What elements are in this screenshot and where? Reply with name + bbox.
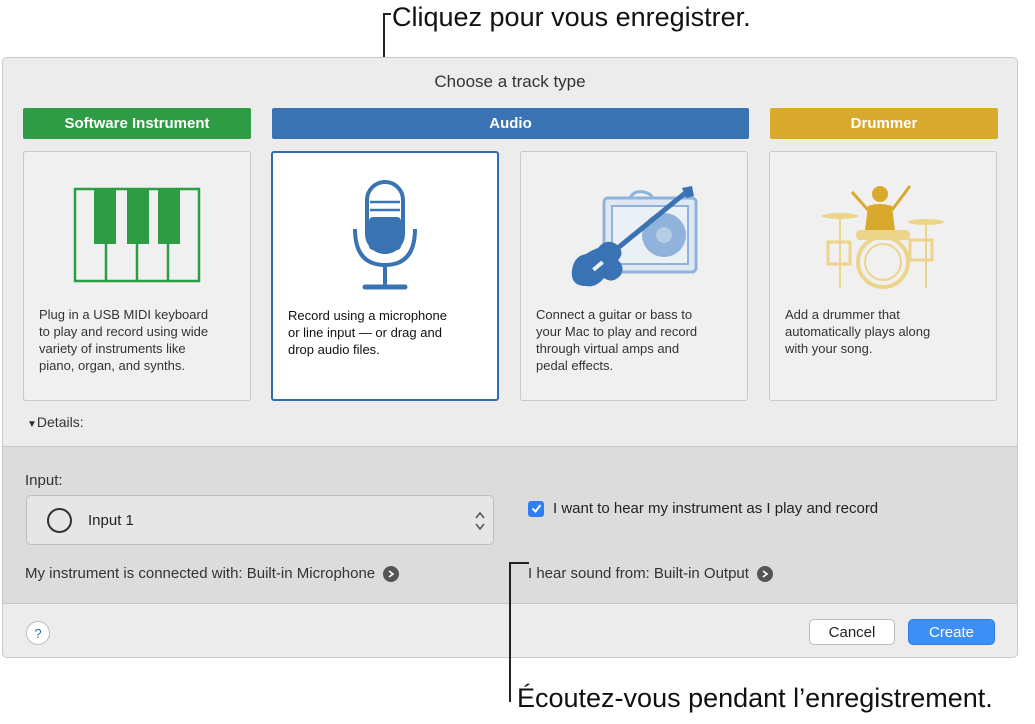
help-button[interactable]: ?: [26, 621, 50, 645]
up-down-chevron-icon: [475, 511, 485, 531]
callout-record: Cliquez pour vous enregistrer.: [392, 2, 751, 32]
create-button[interactable]: Create: [908, 619, 995, 645]
card-guitar-amp[interactable]: Connect a guitar or bass to your Mac to …: [520, 151, 748, 401]
tab-audio[interactable]: Audio: [272, 108, 749, 139]
disclosure-triangle-icon: ▼: [27, 419, 37, 430]
guitar-amp-icon: [571, 186, 698, 287]
cancel-button[interactable]: Cancel: [809, 619, 895, 645]
microphone-icon: [353, 180, 417, 290]
card-software-instrument[interactable]: Plug in a USB MIDI keyboard to play and …: [23, 151, 251, 401]
tab-drummer[interactable]: Drummer: [770, 108, 998, 139]
callout-monitor-tick: [509, 562, 529, 564]
checkmark-icon: [531, 504, 541, 514]
card-description: Add a drummer that automatically plays a…: [785, 307, 931, 356]
tab-software-instrument[interactable]: Software Instrument: [23, 108, 251, 139]
dialog-title: Choose a track type: [434, 72, 586, 91]
card-audio-microphone[interactable]: Record using a microphone or line input …: [271, 151, 499, 401]
connected-with-row: My instrument is connected with: Built-i…: [25, 565, 400, 582]
input-select[interactable]: Input 1: [26, 495, 494, 545]
details-disclosure[interactable]: ▼Details:: [27, 414, 84, 430]
piano-keys-icon: [73, 187, 201, 283]
hear-sound-row: I hear sound from: Built-in Output: [528, 565, 773, 582]
card-drummer[interactable]: Add a drummer that automatically plays a…: [769, 151, 997, 401]
card-description: Plug in a USB MIDI keyboard to play and …: [39, 307, 209, 373]
monitor-row: I want to hear my instrument as I play a…: [528, 500, 878, 517]
drummer-icon: [822, 185, 944, 289]
hear-sound-text: I hear sound from: Built-in Output: [528, 565, 749, 582]
card-description: Record using a microphone or line input …: [288, 308, 447, 357]
callout-record-tick: [383, 13, 391, 15]
hear-sound-arrow-icon[interactable]: [756, 565, 773, 582]
callout-monitor-line: [509, 562, 511, 702]
connected-with-arrow-icon[interactable]: [383, 565, 400, 582]
input-label: Input:: [25, 472, 63, 489]
input-circle-icon: [47, 508, 72, 533]
input-value: Input 1: [88, 512, 134, 529]
details-label: Details:: [36, 414, 84, 430]
callout-monitor: Écoutez-vous pendant l’enregistrement.: [517, 683, 993, 713]
card-description: Connect a guitar or bass to your Mac to …: [536, 307, 698, 373]
connected-with-text: My instrument is connected with: Built-i…: [25, 565, 376, 582]
monitor-label: I want to hear my instrument as I play a…: [553, 500, 879, 517]
monitor-checkbox[interactable]: [528, 500, 544, 517]
